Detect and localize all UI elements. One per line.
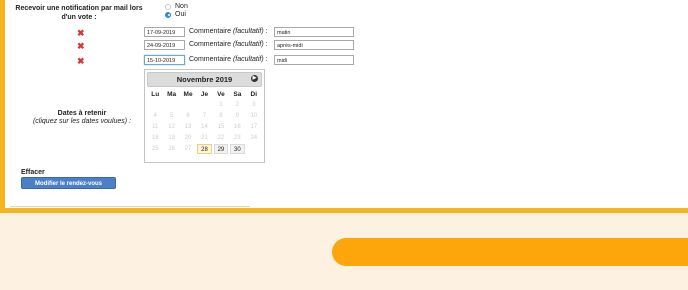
footer-orange-bar xyxy=(332,238,688,266)
calendar-day: 19 xyxy=(168,135,175,141)
weekday-header: Lu xyxy=(151,91,160,98)
calendar-day[interactable]: 29 xyxy=(213,144,229,154)
calendar-day: 5 xyxy=(169,113,174,119)
delete-date-2-icon[interactable]: ✖ xyxy=(77,42,85,51)
calendar-day: 17 xyxy=(250,124,258,130)
calendar-day: 12 xyxy=(168,124,175,130)
divider xyxy=(10,206,250,207)
comment-label-2: Commentaire (facultatif) : xyxy=(189,41,268,48)
calendar-day: 13 xyxy=(184,124,192,130)
panel-left-border xyxy=(0,0,5,213)
calendar-empty-cell xyxy=(246,144,262,154)
calendar-day: 20 xyxy=(184,135,192,141)
calendar-day: 2 xyxy=(235,102,240,108)
comment-field-3[interactable]: midi xyxy=(274,55,354,65)
delete-date-1-icon[interactable]: ✖ xyxy=(77,29,85,38)
calendar-day: 27 xyxy=(184,146,192,152)
calendar-day: 15 xyxy=(217,124,225,130)
radio-non-label: Non xyxy=(175,3,188,10)
date-field-3[interactable]: 15-10-2019 xyxy=(144,55,185,65)
calendar-day: 16 xyxy=(234,124,241,130)
calendar-day[interactable]: 28 xyxy=(197,144,212,154)
calendar-day: 22 xyxy=(217,135,225,141)
calendar-day: 23 xyxy=(234,135,241,141)
calendar-day: 26 xyxy=(168,146,175,152)
calendar-day: 9 xyxy=(235,113,240,119)
calendar-empty-cell xyxy=(147,100,163,110)
calendar-empty-cell xyxy=(163,100,179,110)
dates-subtitle: (cliquez sur les dates voulues) : xyxy=(32,118,132,125)
calendar-day: 11 xyxy=(152,124,159,130)
weekday-header: Je xyxy=(200,91,209,98)
date-field-1[interactable]: 17-09-2019 xyxy=(144,27,185,37)
weekday-header: Di xyxy=(250,91,258,98)
calendar-day[interactable]: 30 xyxy=(230,144,245,154)
radio-non[interactable]: Non xyxy=(165,3,188,10)
calendar-empty-cell xyxy=(180,100,196,110)
calendar-day: 24 xyxy=(250,135,258,141)
calendar-day: 8 xyxy=(219,113,223,119)
calendar-day: 18 xyxy=(151,135,159,141)
calendar-day: 1 xyxy=(219,102,223,108)
calendar-day: 10 xyxy=(250,113,258,119)
comment-field-1[interactable]: matin xyxy=(274,27,354,37)
calendar-day: 7 xyxy=(202,113,207,119)
comment-field-2[interactable]: après-midi xyxy=(274,40,354,50)
next-month-icon[interactable]: ▶ xyxy=(251,75,258,82)
datepicker-grid: Lu Ma Me Je Ve Sa Di 1 2 3 4 5 6 7 8 9 10 11 12 13 14 15 16 17 1… xyxy=(147,90,262,154)
weekday-header: Sa xyxy=(233,91,242,98)
weekday-header: Ma xyxy=(167,91,177,98)
calendar-day: 4 xyxy=(153,113,157,119)
radio-non-circle[interactable] xyxy=(165,3,171,10)
calendar-day: 6 xyxy=(186,113,190,119)
comment-label-3: Commentaire (facultatif) : xyxy=(189,56,268,63)
date-field-2[interactable]: 24-09-2019 xyxy=(144,40,185,50)
radio-oui-circle[interactable] xyxy=(165,11,171,18)
radio-oui-label: Oui xyxy=(175,11,186,18)
effacer-link[interactable]: Effacer xyxy=(21,169,45,176)
dates-title: Dates à retenir xyxy=(57,110,107,117)
calendar-day: 25 xyxy=(151,146,159,152)
radio-oui[interactable]: Oui xyxy=(165,11,186,18)
dates-label: Dates à retenir (cliquez sur les dates v… xyxy=(20,110,144,126)
calendar-empty-cell xyxy=(196,100,212,110)
calendar-day: 3 xyxy=(252,102,256,108)
calendar-day: 21 xyxy=(201,135,208,141)
weekday-header: Ve xyxy=(217,91,225,98)
notification-label: Recevoir une notification par mail lors … xyxy=(15,5,143,21)
weekday-header: Me xyxy=(183,91,193,98)
datepicker-month: Novembre 2019 xyxy=(176,75,233,84)
datepicker-popup: Novembre 2019 ▶ Lu Ma Me Je Ve Sa Di 1 2 3 4 5 6 7 8 9 1… xyxy=(144,69,265,163)
delete-date-3-icon[interactable]: ✖ xyxy=(77,57,85,66)
calendar-day: 14 xyxy=(201,124,208,130)
datepicker-header: Novembre 2019 ▶ xyxy=(147,72,262,87)
modify-appointment-button[interactable]: Modifier le rendez-vous xyxy=(21,177,116,189)
comment-label-1: Commentaire (facultatif) : xyxy=(189,28,268,35)
